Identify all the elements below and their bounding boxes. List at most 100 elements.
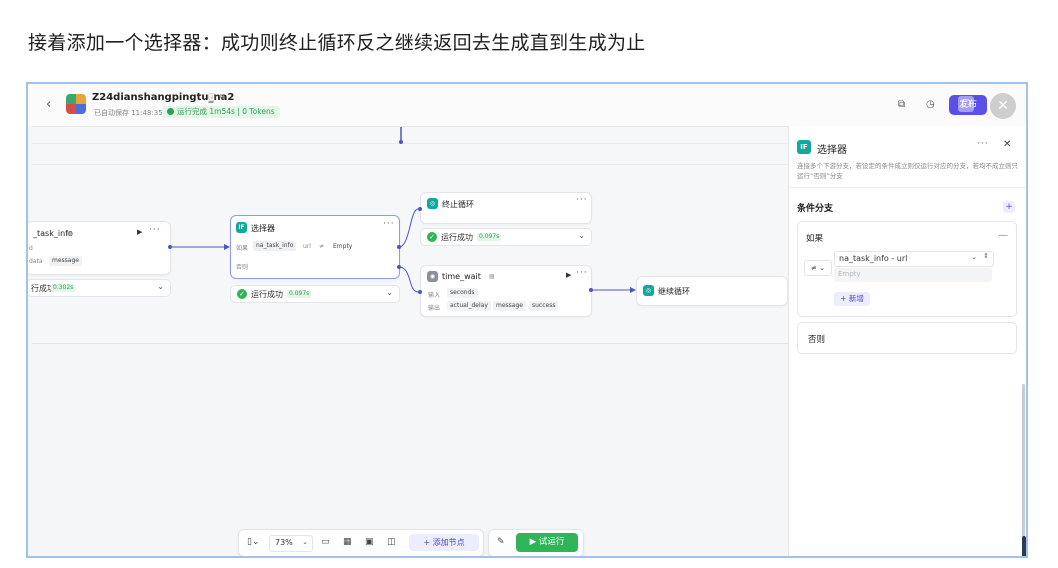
else-label: 否则 xyxy=(236,264,249,271)
output-port[interactable] xyxy=(589,288,593,292)
add-node-button[interactable]: + 添加节点 xyxy=(409,534,479,551)
more-icon[interactable]: ··· xyxy=(383,219,395,229)
plugin-icon: ◉ xyxy=(427,271,438,282)
output-chip: actual_delay xyxy=(447,301,491,311)
node-time-wait[interactable]: ◉ time_wait ▤ ▶ ··· 输入 seconds 输出 actual… xyxy=(420,265,592,317)
zoom-value: 73% xyxy=(275,538,293,547)
field-data: data xyxy=(29,258,43,265)
screenshot-frame: ‹ Z24dianshangpingtu_na2 ⓘ ✎ 已自动保存 11:48… xyxy=(26,82,1028,558)
debug-icon[interactable]: ✎ xyxy=(497,537,505,547)
close-icon[interactable]: ✕ xyxy=(1003,139,1011,150)
info-edit-icons[interactable]: ⓘ ✎ xyxy=(208,92,225,103)
run-result-task-info[interactable]: 行成功 0.302s ⌄ xyxy=(28,279,171,297)
condition-value-input[interactable]: Empty xyxy=(834,268,992,282)
chevron-down-icon[interactable]: ⌄ xyxy=(578,231,585,240)
field-d: d xyxy=(29,245,33,252)
node-title: 继续循环 xyxy=(658,287,690,296)
cond-value: Empty xyxy=(333,243,353,250)
output-chip: message xyxy=(493,301,526,311)
article-heading: 接着添加一个选择器：成功则终止循环反之继续返回去生成直到生成为止 xyxy=(28,32,646,54)
run-toolbar: ✎ ▶ 试运行 xyxy=(488,529,584,556)
minimap-icon[interactable]: ◫ xyxy=(387,537,396,547)
more-icon[interactable]: ··· xyxy=(977,139,989,149)
cond-var: na_task_info xyxy=(253,241,297,251)
chevron-down-icon[interactable]: ⌄ xyxy=(386,288,393,297)
input-label: 输入 xyxy=(428,292,441,299)
play-icon[interactable]: ▶ xyxy=(566,271,571,279)
node-title: 终止循环 xyxy=(442,200,474,209)
else-branch-card: 否则 xyxy=(797,322,1017,354)
operator-value: ≠ xyxy=(811,264,817,272)
node-selector[interactable]: IF 选择器 ··· 如果 na_task_info url ≠ Empty 否… xyxy=(230,215,400,279)
autosave-status: 已自动保存 11:48:35 xyxy=(94,109,163,117)
canvas-toolbar: ▯⌄ 73% ⌄ ▭ ▦ ▣ ◫ + 添加节点 xyxy=(238,529,484,556)
layout-icon[interactable]: ▦ xyxy=(343,537,352,547)
zoom-select[interactable]: 73% ⌄ xyxy=(269,535,313,552)
output-port-else[interactable] xyxy=(397,265,401,269)
more-icon[interactable]: ··· xyxy=(576,195,588,205)
panel-title: 选择器 xyxy=(817,145,847,156)
try-run-button[interactable]: ▶ 试运行 xyxy=(516,533,578,552)
app-topbar: ‹ Z24dianshangpingtu_na2 ⓘ ✎ 已自动保存 11:48… xyxy=(28,84,1026,126)
output-port-if[interactable] xyxy=(397,245,401,249)
if-icon: IF xyxy=(236,222,247,233)
node-title: 选择器 xyxy=(251,224,275,233)
else-label: 否则 xyxy=(808,335,826,345)
node-continue-loop[interactable]: ◎ 继续循环 xyxy=(636,276,788,306)
run-time: 0.097s xyxy=(287,290,312,298)
value-placeholder: Empty xyxy=(838,270,861,278)
comment-icon[interactable]: ▭ xyxy=(321,537,330,547)
output-port[interactable] xyxy=(168,245,172,249)
selector-config-panel: IF 选择器 ··· ✕ 连接多个下游分支，若设定的条件成立则仅运行对应的分支，… xyxy=(788,126,1026,556)
run-result-stop-loop[interactable]: ✓ 运行成功 0.097s ⌄ xyxy=(420,228,592,246)
operator-select[interactable]: ≠ ⌄ xyxy=(804,260,832,276)
stepper-icon[interactable]: ⇕ xyxy=(983,252,989,260)
image-icon[interactable]: ▣ xyxy=(365,537,374,547)
check-icon xyxy=(167,108,174,115)
section-title: 条件分支 xyxy=(797,204,834,214)
doc-icon: ▤ xyxy=(489,273,495,280)
chevron-down-icon[interactable]: ⌄ xyxy=(971,253,977,261)
history-icon[interactable]: ◷ xyxy=(926,99,935,110)
cond-field: url xyxy=(303,243,311,250)
condition-var-select[interactable]: na_task_info - url ⌄ ⇕ xyxy=(834,251,994,267)
panel-scrollbar[interactable] xyxy=(1022,384,1025,556)
output-label: 输出 xyxy=(428,305,441,312)
input-port[interactable] xyxy=(418,207,422,211)
image-copy-icon[interactable]: ▢ xyxy=(958,96,974,112)
if-icon: IF xyxy=(797,140,811,154)
more-icon[interactable]: ··· xyxy=(149,225,161,235)
chevron-down-icon[interactable]: ⌄ xyxy=(157,282,164,291)
input-port[interactable] xyxy=(418,290,422,294)
run-status-text: 运行完成 1m54s | 0 Tokens xyxy=(177,107,275,116)
add-condition-button[interactable]: + 新增 xyxy=(834,292,870,306)
collapse-icon[interactable]: — xyxy=(998,230,1008,241)
more-icon[interactable]: ··· xyxy=(576,268,588,278)
app-avatar xyxy=(66,94,86,114)
node-title: time_wait xyxy=(442,272,481,281)
output-chip: success xyxy=(529,301,559,311)
run-result-selector[interactable]: ✓ 运行成功 0.097s ⌄ xyxy=(230,285,400,303)
loop-icon: ◎ xyxy=(643,285,654,296)
add-branch-button[interactable]: + xyxy=(1003,201,1015,213)
workflow-canvas[interactable]: _task_info ▤ ▶ ··· d data message 行成功 0.… xyxy=(28,126,788,344)
success-icon: ✓ xyxy=(237,289,247,299)
condition-var: na_task_info - url xyxy=(839,254,908,263)
node-task-info[interactable]: _task_info ▤ ▶ ··· d data message xyxy=(28,221,171,275)
doc-icon: ▤ xyxy=(67,230,73,237)
node-stop-loop[interactable]: ◎ 终止循环 ··· xyxy=(420,192,592,224)
run-time: 0.302s xyxy=(51,284,76,292)
back-icon[interactable]: ‹ xyxy=(46,97,51,112)
run-label: 运行成功 xyxy=(441,233,473,242)
field-message: message xyxy=(49,256,82,266)
if-label: 如果 xyxy=(806,234,824,244)
panel-scrollbar-thumb[interactable] xyxy=(1022,536,1026,556)
success-icon: ✓ xyxy=(427,232,437,242)
input-chip: seconds xyxy=(447,288,478,298)
copy-icon[interactable]: ⧉ xyxy=(898,99,905,110)
chevron-down-icon: ⌄ xyxy=(302,538,308,546)
close-icon[interactable]: ✕ xyxy=(990,93,1016,119)
play-icon[interactable]: ▶ xyxy=(137,228,142,236)
run-label: 运行成功 xyxy=(251,290,283,299)
mouse-icon[interactable]: ▯⌄ xyxy=(247,537,260,547)
